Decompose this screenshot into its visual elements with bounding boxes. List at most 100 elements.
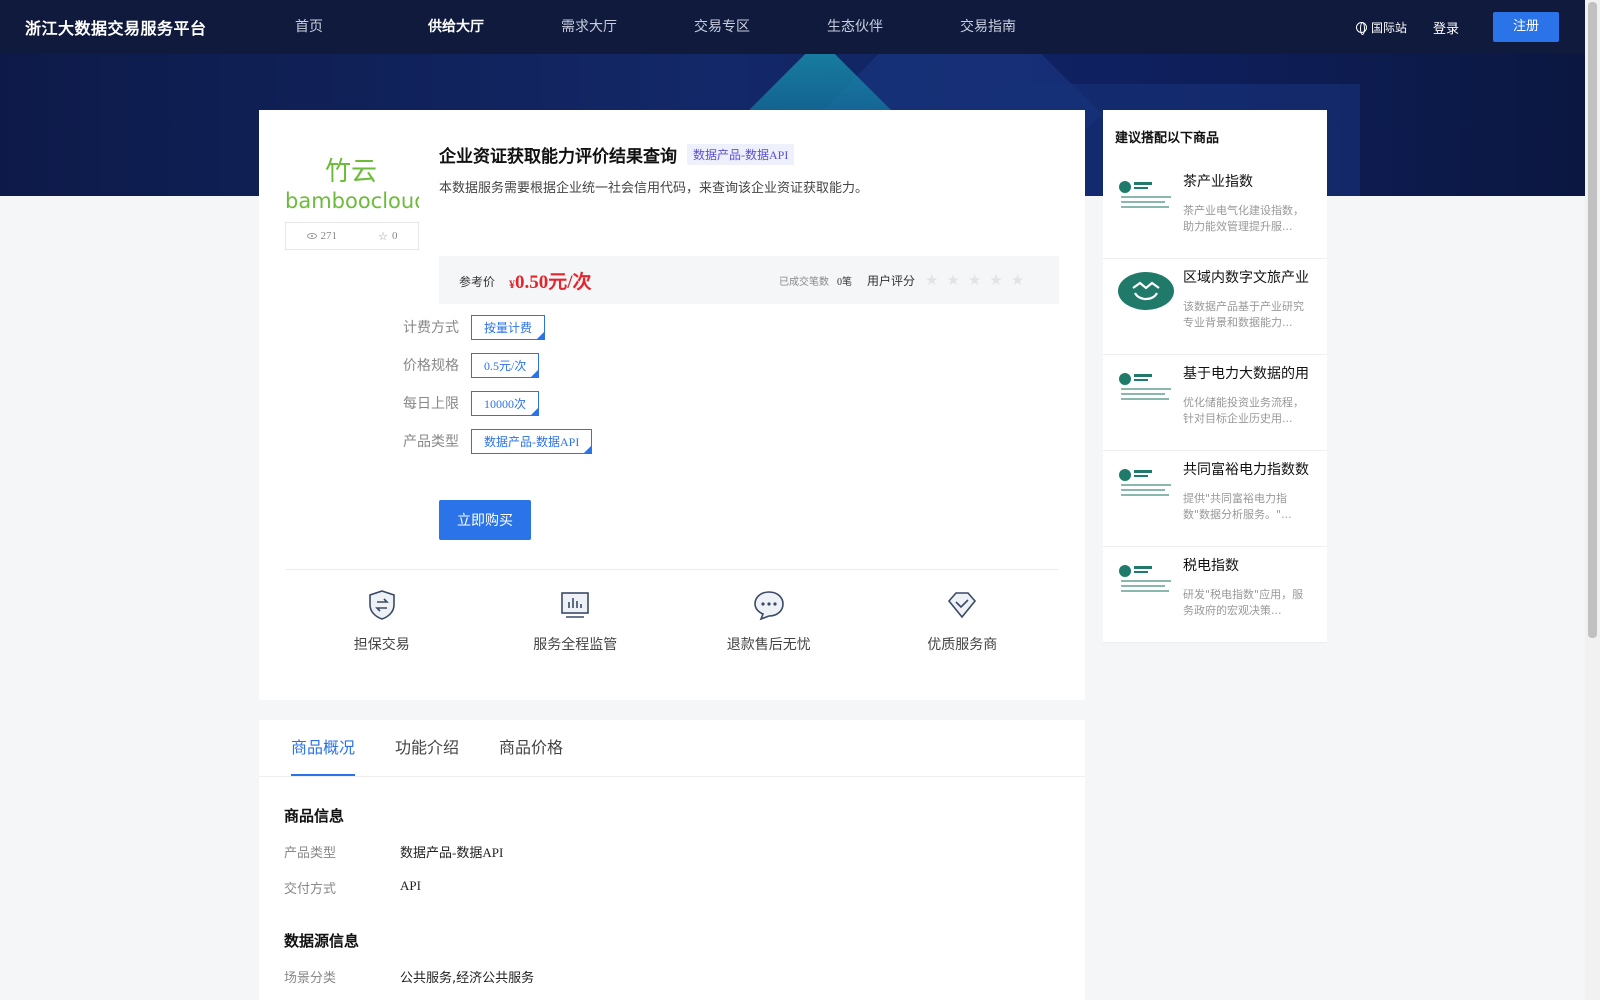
recommended-item[interactable]: 共同富裕电力指数数 提供"共同富裕电力指数"数据分析服务。"... <box>1103 451 1327 547</box>
star-icon[interactable]: ★ <box>968 271 981 289</box>
recommended-item[interactable]: 税电指数 研发"税电指数"应用，服务政府的宏观决策... <box>1103 547 1327 643</box>
feature-quality-provider: 优质服务商 <box>866 588 1060 654</box>
green-round-logo <box>1118 272 1174 310</box>
info-value: 公共服务,经济公共服务 <box>400 971 535 986</box>
eye-icon <box>306 233 317 239</box>
star-icon[interactable]: ★ <box>989 271 1002 289</box>
divider <box>285 569 1059 570</box>
recommended-item-desc: 研发"税电指数"应用，服务政府的宏观决策... <box>1183 588 1304 617</box>
spec-label: 产品类型 <box>403 434 459 450</box>
spec-label: 价格规格 <box>403 358 459 374</box>
main-nav: 首页 供给大厅 需求大厅 交易专区 生态伙伴 交易指南 <box>272 0 1070 54</box>
product-title: 企业资证获取能力评价结果查询 <box>439 147 677 167</box>
price-amount: 0.50元/次 <box>515 272 592 293</box>
scrollbar-thumb[interactable] <box>1588 2 1597 638</box>
star-icon[interactable]: ★ <box>946 271 959 289</box>
nav-demand-hall[interactable]: 需求大厅 <box>538 0 671 54</box>
intl-site-link[interactable]: 国际站 <box>1356 19 1407 36</box>
product-card: 竹云 bamboocloud 271 ☆ 0 企业资证获取能力评价结果查询 数据… <box>259 110 1085 700</box>
site-logo[interactable]: 浙江大数据交易服务平台 <box>25 15 207 39</box>
recommended-item-desc: 提供"共同富裕电力指数"数据分析服务。"... <box>1183 492 1292 521</box>
nav-home[interactable]: 首页 <box>272 0 405 54</box>
top-header: 浙江大数据交易服务平台 首页 供给大厅 需求大厅 交易专区 生态伙伴 交易指南 … <box>0 0 1585 54</box>
star-icon[interactable]: ★ <box>1011 271 1024 289</box>
header-actions: 国际站 登录 注册 <box>1356 0 1560 54</box>
buy-now-button[interactable]: 立即购买 <box>439 500 531 540</box>
bamboocloud-logo: 竹云 bamboocloud <box>285 157 419 213</box>
recommended-item-desc: 优化储能投资业务流程，针对目标企业历史用... <box>1183 396 1304 425</box>
feature-refund-service: 退款售后无忧 <box>672 588 866 654</box>
spec-option-billing[interactable]: 按量计费 <box>471 314 546 340</box>
recommended-item[interactable]: 茶产业指数 茶产业电气化建设指数，助力能效管理提升服... <box>1103 163 1327 259</box>
state-grid-logo <box>1119 469 1171 496</box>
recommended-item-name: 税电指数 <box>1183 558 1239 574</box>
feature-label: 服务全程监管 <box>533 637 618 653</box>
info-value: API <box>400 878 421 893</box>
spec-daily-limit: 每日上限 10000次 <box>403 390 592 416</box>
star-icon[interactable]: ★ <box>925 271 938 289</box>
recommended-title: 建议搭配以下商品 <box>1115 131 1220 146</box>
register-button[interactable]: 注册 <box>1493 12 1560 42</box>
deal-count-value: 0笔 <box>837 277 852 288</box>
recommended-item-name: 基于电力大数据的用 <box>1183 366 1309 382</box>
info-value: 数据产品-数据API <box>400 845 504 860</box>
recommended-item[interactable]: 区域内数字文旅产业 该数据产品基于产业研究专业背景和数据能力... <box>1103 259 1327 355</box>
spec-option-price[interactable]: 0.5元/次 <box>471 352 540 378</box>
info-label: 交付方式 <box>284 882 337 897</box>
price-label: 参考价 <box>459 275 496 289</box>
product-title-row: 企业资证获取能力评价结果查询 数据产品-数据API <box>439 142 795 167</box>
section-data-source: 数据源信息 <box>284 932 360 950</box>
spec-option-daily-limit[interactable]: 10000次 <box>471 390 540 416</box>
page-scrollbar[interactable] <box>1585 0 1600 1000</box>
recommended-item-name: 共同富裕电力指数数 <box>1183 462 1309 478</box>
feature-label: 担保交易 <box>353 637 410 653</box>
product-description: 本数据服务需要根据企业统一社会信用代码，来查询该企业资证获取能力。 <box>439 181 869 196</box>
rating-stars[interactable]: ★ ★ ★ ★ ★ <box>925 271 1024 289</box>
recommended-item-name: 区域内数字文旅产业 <box>1183 270 1309 286</box>
details-tabs: 商品概况 功能介绍 商品价格 <box>259 720 1085 777</box>
view-count-value: 271 <box>320 230 338 242</box>
product-type-tag: 数据产品-数据API <box>687 144 795 165</box>
section-product-info: 商品信息 <box>284 807 345 825</box>
state-grid-logo <box>1119 373 1171 400</box>
chat-bubble-icon <box>753 591 784 621</box>
state-grid-logo <box>1119 565 1171 592</box>
state-grid-logo <box>1119 181 1171 208</box>
nav-partners[interactable]: 生态伙伴 <box>804 0 937 54</box>
spec-price: 价格规格 0.5元/次 <box>403 352 592 378</box>
shield-exchange-icon <box>368 590 395 620</box>
tab-features[interactable]: 功能介绍 <box>395 720 459 776</box>
info-label: 场景分类 <box>284 971 337 986</box>
logo-cn-text: 竹云 <box>325 157 377 187</box>
feature-guaranteed-trade: 担保交易 <box>285 588 479 654</box>
spec-product-type: 产品类型 数据产品-数据API <box>403 428 593 454</box>
diamond-check-icon <box>948 592 977 619</box>
recommended-item[interactable]: 基于电力大数据的用 优化储能投资业务流程，针对目标企业历史用... <box>1103 355 1327 451</box>
logo-en-text: bamboocloud <box>285 189 419 213</box>
nav-trading-guide[interactable]: 交易指南 <box>937 0 1070 54</box>
product-details-card: 商品概况 功能介绍 商品价格 商品信息 产品类型 数据产品-数据API 交付方式… <box>259 720 1085 1000</box>
tab-pricing[interactable]: 商品价格 <box>499 720 563 776</box>
rating-label: 用户评分 <box>867 273 916 288</box>
spec-label: 每日上限 <box>403 396 459 412</box>
service-features: 担保交易 服务全程监管 退款售后无忧 优质服务商 <box>285 588 1059 654</box>
deal-count: 已成交笔数 0笔 <box>779 273 852 288</box>
product-specs: 计费方式 按量计费 价格规格 0.5元/次 每日上限 10000次 产品类型 数… <box>403 314 593 467</box>
deal-count-label: 已成交笔数 <box>779 277 829 288</box>
recommended-products: 建议搭配以下商品 茶产业指数 茶产业电气化建设指数，助力能效管理提升服... 区… <box>1103 110 1327 643</box>
price-bar: 参考价 ¥0.50元/次 已成交笔数 0笔 用户评分 ★ ★ ★ ★ ★ <box>439 256 1059 304</box>
view-count: 271 <box>306 230 338 242</box>
recommended-item-desc: 茶产业电气化建设指数，助力能效管理提升服... <box>1183 204 1304 233</box>
nav-trading-zone[interactable]: 交易专区 <box>671 0 804 54</box>
favorite-count[interactable]: ☆ 0 <box>378 230 397 243</box>
price-value: ¥0.50元/次 <box>509 267 592 294</box>
recommended-item-desc: 该数据产品基于产业研究专业背景和数据能力... <box>1183 300 1304 329</box>
spec-option-product-type[interactable]: 数据产品-数据API <box>471 428 593 454</box>
nav-supply-hall[interactable]: 供给大厅 <box>405 0 538 54</box>
spec-label: 计费方式 <box>403 320 459 336</box>
login-link[interactable]: 登录 <box>1433 18 1459 37</box>
user-rating: 用户评分 ★ ★ ★ ★ ★ <box>867 271 1024 289</box>
info-label: 产品类型 <box>284 846 337 861</box>
tab-overview[interactable]: 商品概况 <box>291 720 356 776</box>
intl-site-label: 国际站 <box>1371 20 1408 35</box>
